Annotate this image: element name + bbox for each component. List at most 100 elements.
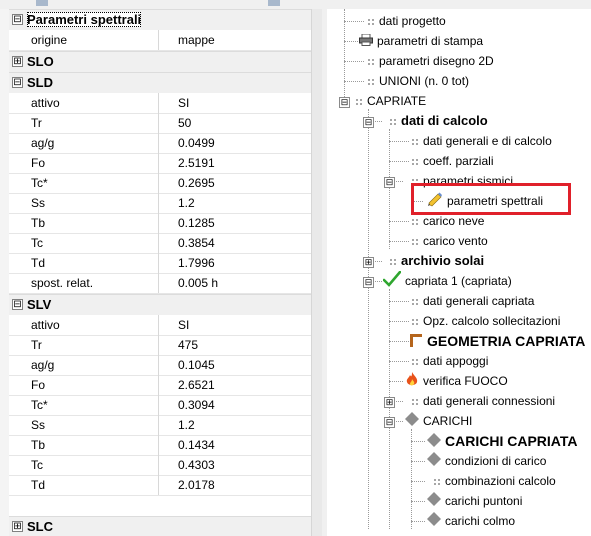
- property-row[interactable]: Tr 475: [9, 335, 311, 356]
- tree-node-label: verifica FUOCO: [423, 374, 508, 389]
- property-value[interactable]: mappe: [170, 30, 318, 50]
- property-row[interactable]: Td 1.7996: [9, 253, 311, 274]
- tree-node-dati-generali-calcolo[interactable]: dati generali e di calcolo: [411, 131, 552, 151]
- tree-node-unioni[interactable]: UNIONI (n. 0 tot): [367, 71, 469, 91]
- tree-node-label: dati di calcolo: [401, 113, 488, 128]
- tree-node-parametri-disegno[interactable]: parametri disegno 2D: [367, 51, 494, 71]
- tree-node-parametri-stampa[interactable]: parametri di stampa: [359, 31, 483, 51]
- collapse-icon[interactable]: ⊟: [384, 177, 395, 188]
- toolbar-icon[interactable]: [36, 0, 48, 6]
- property-row[interactable]: Tr 50: [9, 113, 311, 134]
- property-value[interactable]: 0.0499: [170, 133, 318, 153]
- property-row[interactable]: Ss 1.2: [9, 415, 311, 436]
- property-row[interactable]: Ss 1.2: [9, 193, 311, 214]
- grid-icon: [367, 77, 375, 86]
- tree-node-dati-generali-capriata[interactable]: dati generali capriata: [411, 291, 534, 311]
- property-row[interactable]: Tc* 0.2695: [9, 173, 311, 194]
- tree-node-carico-vento[interactable]: carico vento: [411, 231, 488, 251]
- tree-node-label: capriata 1 (capriata): [405, 274, 512, 289]
- property-value[interactable]: 2.6521: [170, 375, 318, 395]
- property-row[interactable]: ag/g 0.0499: [9, 133, 311, 154]
- toolbar-icon[interactable]: [268, 0, 280, 6]
- collapse-icon[interactable]: ⊟: [12, 299, 23, 310]
- tree-node-label: carico neve: [423, 214, 485, 228]
- collapse-icon[interactable]: ⊟: [363, 277, 374, 288]
- property-row[interactable]: Tc 0.3854: [9, 233, 311, 254]
- grid-icon: [433, 477, 441, 486]
- property-row[interactable]: Tc* 0.3094: [9, 395, 311, 416]
- category-parametri-spettrali[interactable]: ⊟ Parametri spettrali: [9, 9, 311, 30]
- expand-icon[interactable]: ⊞: [12, 56, 23, 67]
- property-value[interactable]: 1.2: [170, 193, 318, 213]
- grid-icon: [411, 317, 419, 326]
- tree-node-opz-calcolo[interactable]: Opz. calcolo sollecitazioni: [411, 311, 560, 331]
- collapse-icon[interactable]: ⊟: [12, 14, 23, 25]
- property-row[interactable]: Tb 0.1434: [9, 435, 311, 456]
- tree-node-condizioni-carico[interactable]: condizioni di carico: [427, 451, 546, 471]
- property-value[interactable]: 0.2695: [170, 173, 318, 193]
- tree-node-capriate[interactable]: CAPRIATE: [355, 91, 426, 111]
- property-row[interactable]: Tc 0.4303: [9, 455, 311, 476]
- property-row[interactable]: attivo SI: [9, 315, 311, 336]
- grid-icon: [411, 157, 419, 166]
- property-value[interactable]: 0.3094: [170, 395, 318, 415]
- fire-icon: [405, 371, 419, 393]
- expand-icon[interactable]: ⊞: [384, 397, 395, 408]
- collapse-icon[interactable]: ⊟: [363, 117, 374, 128]
- property-value[interactable]: 475: [170, 335, 318, 355]
- property-row[interactable]: attivo SI: [9, 93, 311, 114]
- property-row[interactable]: ag/g 0.1045: [9, 355, 311, 376]
- collapse-icon[interactable]: ⊟: [339, 97, 350, 108]
- tree-node-combinazioni-calcolo[interactable]: combinazioni calcolo: [433, 471, 556, 491]
- property-row[interactable]: Fo 2.6521: [9, 375, 311, 396]
- property-key: Td: [9, 475, 159, 495]
- property-grid-scrollbar[interactable]: [311, 9, 322, 536]
- property-value[interactable]: 0.3854: [170, 233, 318, 253]
- category-slo[interactable]: ⊞ SLO: [9, 51, 311, 72]
- tree-node-label: UNIONI (n. 0 tot): [379, 74, 470, 88]
- category-sld[interactable]: ⊟ SLD: [9, 72, 311, 93]
- property-key: Tb: [9, 435, 159, 455]
- property-value[interactable]: 2.0178: [170, 475, 318, 495]
- property-value[interactable]: 0.005 h: [170, 273, 318, 293]
- expand-icon[interactable]: ⊞: [363, 257, 374, 268]
- tree-node-carichi[interactable]: CARICHI: [405, 411, 472, 431]
- category-slc[interactable]: ⊞ SLC: [9, 516, 311, 536]
- expand-icon[interactable]: ⊞: [12, 521, 23, 532]
- property-value[interactable]: 0.4303: [170, 455, 318, 475]
- property-key: Td: [9, 253, 159, 273]
- property-row[interactable]: spost. relat. 0.005 h: [9, 273, 311, 294]
- tree-node-dati-connessioni[interactable]: dati generali connessioni: [411, 391, 555, 411]
- tree-node-archivio-solai[interactable]: archivio solai: [389, 251, 484, 271]
- tree-node-verifica-fuoco[interactable]: verifica FUOCO: [405, 371, 508, 391]
- collapse-icon[interactable]: ⊟: [384, 417, 395, 428]
- property-value[interactable]: 1.2: [170, 415, 318, 435]
- property-row[interactable]: Fo 2.5191: [9, 153, 311, 174]
- tree-node-carichi-colmo[interactable]: carichi colmo: [427, 511, 515, 531]
- tree-node-carichi-capriata[interactable]: CARICHI CAPRIATA: [427, 431, 577, 451]
- tree-node-capriata-1[interactable]: capriata 1 (capriata): [382, 270, 512, 291]
- property-row[interactable]: Tb 0.1285: [9, 213, 311, 234]
- tree-node-carichi-puntoni[interactable]: carichi puntoni: [427, 491, 522, 511]
- diamond-icon: [427, 432, 441, 452]
- property-value[interactable]: 2.5191: [170, 153, 318, 173]
- property-row[interactable]: origine mappe: [9, 30, 311, 51]
- collapse-icon[interactable]: ⊟: [12, 77, 23, 88]
- property-value[interactable]: SI: [170, 315, 318, 335]
- property-value[interactable]: 0.1434: [170, 435, 318, 455]
- tree-node-geometria-capriata[interactable]: GEOMETRIA CAPRIATA: [409, 331, 585, 351]
- grid-icon: [411, 297, 419, 306]
- property-row[interactable]: Td 2.0178: [9, 475, 311, 496]
- category-slv[interactable]: ⊟ SLV: [9, 294, 311, 315]
- property-value[interactable]: 50: [170, 113, 318, 133]
- property-value[interactable]: 1.7996: [170, 253, 318, 273]
- grid-icon: [367, 57, 375, 66]
- property-value[interactable]: 0.1045: [170, 355, 318, 375]
- property-value[interactable]: 0.1285: [170, 213, 318, 233]
- property-value[interactable]: SI: [170, 93, 318, 113]
- tree-node-coeff-parziali[interactable]: coeff. parziali: [411, 151, 493, 171]
- tree-node-dati-progetto[interactable]: dati progetto: [367, 11, 446, 31]
- tree-node-dati-calcolo[interactable]: dati di calcolo: [389, 111, 488, 131]
- tree-node-dati-appoggi[interactable]: dati appoggi: [411, 351, 488, 371]
- grid-icon: [411, 217, 419, 226]
